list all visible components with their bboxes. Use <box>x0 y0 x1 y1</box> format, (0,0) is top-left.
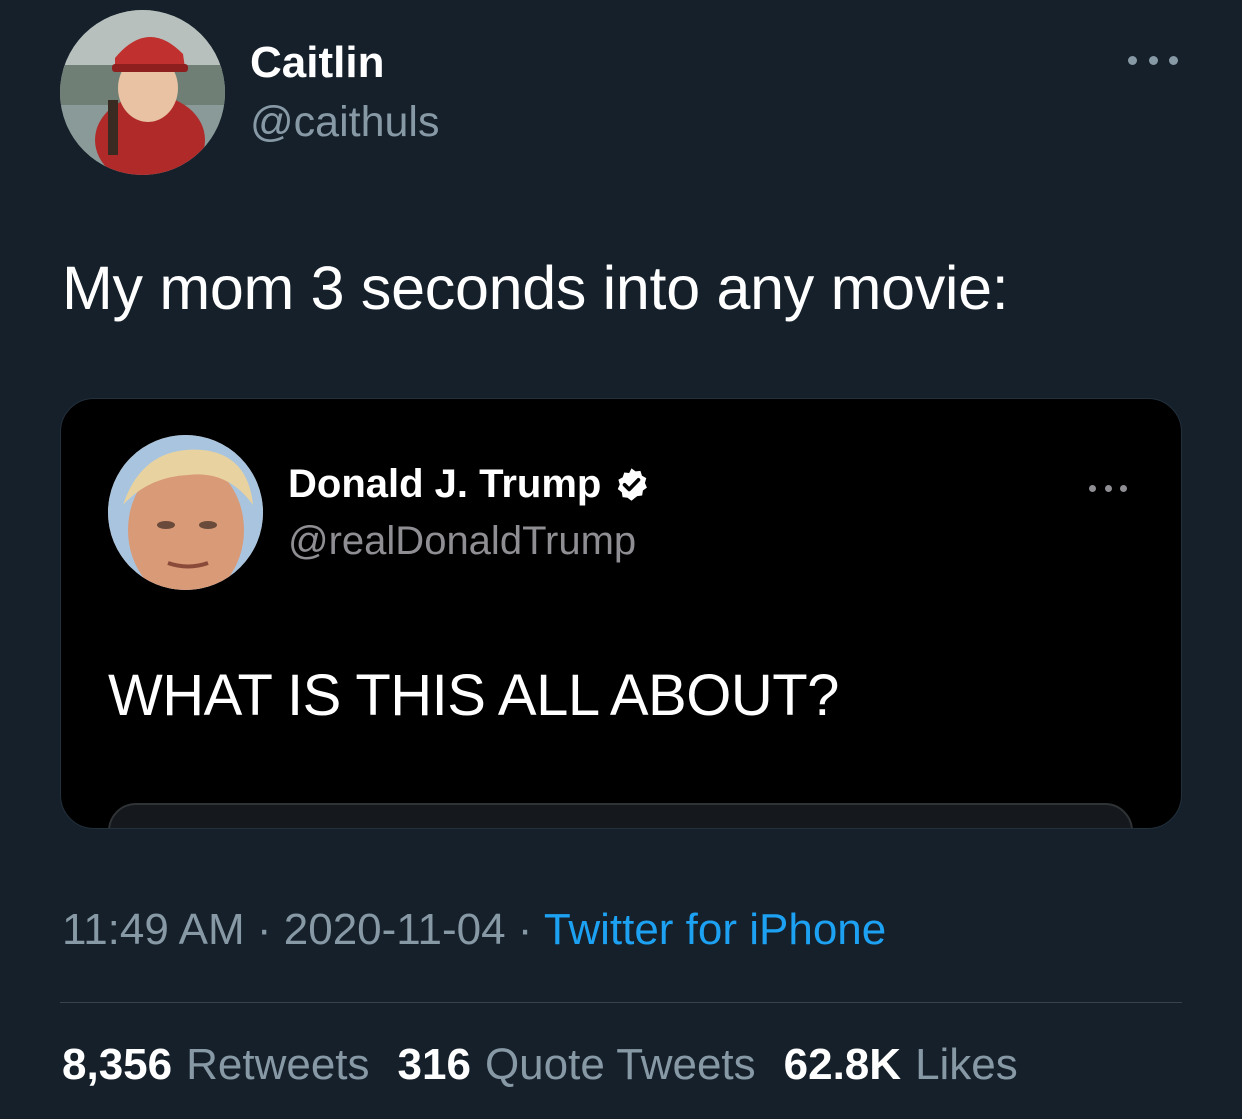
tweet: Caitlin @caithuls My mom 3 seconds into … <box>0 0 1242 1119</box>
quoted-avatar <box>108 435 263 590</box>
retweets-count: 8,356 <box>62 1040 173 1089</box>
likes-count: 62.8K <box>783 1040 902 1089</box>
author-name[interactable]: Caitlin <box>250 38 384 88</box>
author-handle[interactable]: @caithuls <box>250 98 439 147</box>
quoted-screenshot[interactable]: Donald J. Trump @realDonaldTrump WHAT IS… <box>60 398 1182 829</box>
meta-separator: · <box>505 905 544 954</box>
tweet-time[interactable]: 11:49 AM <box>62 905 245 954</box>
quote-tweets-count: 316 <box>397 1040 471 1089</box>
tweet-meta: 11:49 AM · 2020-11-04 · Twitter for iPho… <box>62 905 886 955</box>
tweet-text: My mom 3 seconds into any movie: <box>62 254 1009 322</box>
quoted-handle: @realDonaldTrump <box>288 519 637 563</box>
author-avatar[interactable] <box>60 10 225 175</box>
quote-tweets-label: Quote Tweets <box>484 1040 756 1089</box>
tweet-stats: 8,356 Retweets 316 Quote Tweets 62.8K Likes <box>62 1040 1046 1090</box>
likes-label: Likes <box>915 1040 1018 1089</box>
quoted-more-icon <box>1089 481 1127 495</box>
retweets-stat[interactable]: 8,356 Retweets <box>62 1040 370 1090</box>
verified-badge-icon <box>613 466 650 503</box>
tweet-date[interactable]: 2020-11-04 <box>284 905 506 954</box>
likes-stat[interactable]: 62.8K Likes <box>784 1040 1018 1090</box>
quoted-text: WHAT IS THIS ALL ABOUT? <box>108 663 839 728</box>
divider <box>60 1002 1182 1003</box>
quoted-card-preview <box>108 803 1133 828</box>
quoted-name-text: Donald J. Trump <box>288 462 602 506</box>
quoted-name: Donald J. Trump <box>288 462 650 507</box>
retweets-label: Retweets <box>186 1040 370 1089</box>
meta-separator: · <box>244 905 284 954</box>
more-options-icon[interactable] <box>1128 45 1178 75</box>
quote-tweets-stat[interactable]: 316 Quote Tweets <box>398 1040 756 1090</box>
tweet-source-link[interactable]: Twitter for iPhone <box>544 905 886 954</box>
